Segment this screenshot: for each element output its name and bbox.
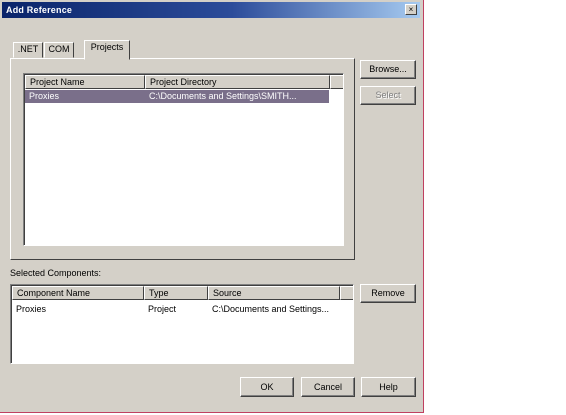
- table-row[interactable]: Proxies Project C:\Documents and Setting…: [12, 303, 352, 316]
- help-button[interactable]: Help: [361, 377, 416, 397]
- column-type[interactable]: Type: [144, 286, 208, 300]
- selected-components-listview[interactable]: Component Name Type Source Proxies Proje…: [10, 284, 354, 364]
- column-component-name[interactable]: Component Name: [12, 286, 144, 300]
- browse-button[interactable]: Browse...: [360, 60, 416, 79]
- selected-components-header: Component Name Type Source: [12, 286, 353, 300]
- add-reference-dialog: Add Reference × .NET COM Projects Projec…: [0, 0, 424, 413]
- component-type-cell: Project: [148, 304, 177, 314]
- cancel-button[interactable]: Cancel: [301, 377, 355, 397]
- tab-dotnet[interactable]: .NET: [13, 42, 43, 58]
- column-project-directory[interactable]: Project Directory: [145, 75, 330, 89]
- tab-com[interactable]: COM: [44, 42, 74, 58]
- projects-list-header: Project Name Project Directory: [25, 75, 343, 89]
- projects-tab-panel: Project Name Project Directory Proxies C…: [10, 58, 355, 260]
- column-source[interactable]: Source: [208, 286, 340, 300]
- tab-projects[interactable]: Projects: [84, 40, 130, 60]
- table-row[interactable]: Proxies C:\Documents and Settings\SMITH.…: [25, 90, 329, 103]
- component-name-cell: Proxies: [16, 304, 47, 314]
- projects-listview[interactable]: Project Name Project Directory Proxies C…: [23, 73, 344, 246]
- column-project-name[interactable]: Project Name: [25, 75, 145, 89]
- select-button[interactable]: Select: [360, 86, 416, 105]
- column-filler: [340, 286, 353, 300]
- project-name-cell: Proxies: [29, 91, 60, 101]
- close-icon[interactable]: ×: [405, 4, 417, 15]
- column-filler: [330, 75, 343, 89]
- window-title: Add Reference: [6, 5, 73, 15]
- component-source-cell: C:\Documents and Settings...: [212, 304, 330, 314]
- title-bar[interactable]: Add Reference ×: [2, 2, 420, 18]
- selected-components-label: Selected Components:: [10, 268, 102, 278]
- remove-button[interactable]: Remove: [360, 284, 416, 303]
- ok-button[interactable]: OK: [240, 377, 294, 397]
- project-directory-cell: C:\Documents and Settings\SMITH...: [149, 91, 297, 101]
